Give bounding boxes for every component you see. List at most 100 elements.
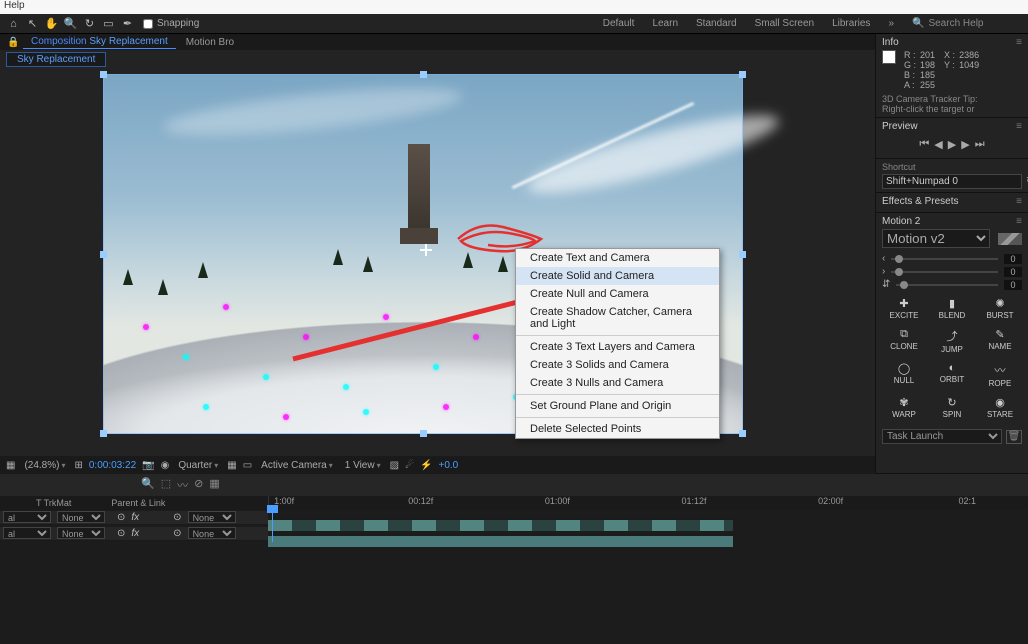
- context-item[interactable]: Create 3 Text Layers and Camera: [516, 338, 719, 356]
- selection-tool-icon[interactable]: ↖: [25, 16, 40, 31]
- workspace-standard[interactable]: Standard: [696, 18, 737, 29]
- hand-tool-icon[interactable]: ✋: [44, 16, 59, 31]
- workspace-switcher: Default Learn Standard Small Screen Libr…: [603, 18, 904, 29]
- tab-composition[interactable]: Composition Sky Replacement: [23, 35, 176, 49]
- timeline-tracks[interactable]: al None ⊙ fx ⊙ None al None ⊙ fx ⊙ None: [0, 510, 740, 542]
- mode-select[interactable]: al: [3, 511, 51, 523]
- viewport-footer: ▦ (24.8%) ⊞ 0:00:03:22 📷 ◉ Quarter ▦ ▭ A…: [0, 456, 875, 474]
- tl-search-icon[interactable]: 🔍: [141, 477, 155, 493]
- context-item[interactable]: Create Solid and Camera: [516, 267, 719, 285]
- play-icon[interactable]: ▶: [948, 138, 956, 151]
- context-item[interactable]: Create 3 Solids and Camera: [516, 356, 719, 374]
- snapshot-icon[interactable]: 📷: [142, 460, 154, 471]
- tl-motion-blur-icon[interactable]: ⊘: [194, 477, 203, 493]
- context-item[interactable]: Create 3 Nulls and Camera: [516, 374, 719, 392]
- guide-icon[interactable]: ▭: [243, 460, 252, 471]
- camera-dropdown[interactable]: Active Camera: [258, 460, 336, 471]
- motion-clone[interactable]: ⧉CLONE: [882, 326, 926, 356]
- tab-motion-bro[interactable]: Motion Bro: [178, 36, 242, 49]
- motion-null[interactable]: ◯NULL: [882, 360, 926, 390]
- info-panel: Info R :201 X :2386 G :198 Y :1049 B :18…: [876, 34, 1028, 118]
- context-item[interactable]: Create Null and Camera: [516, 285, 719, 303]
- trash-icon[interactable]: 🗑: [1006, 430, 1022, 444]
- current-time[interactable]: 0:00:03:22: [89, 460, 136, 471]
- prev-frame-icon[interactable]: ◀: [934, 138, 942, 151]
- breadcrumb-current[interactable]: Sky Replacement: [6, 52, 106, 67]
- motion-stare[interactable]: ◉STARE: [978, 394, 1022, 421]
- pixel-aspect-icon[interactable]: ☄: [405, 460, 414, 471]
- motion-warp[interactable]: ✾WARP: [882, 394, 926, 421]
- lock-icon[interactable]: 🔒: [6, 35, 21, 50]
- resolution-dropdown[interactable]: Quarter: [175, 460, 221, 471]
- first-frame-icon[interactable]: ⏮: [919, 138, 929, 151]
- composition-viewport[interactable]: [0, 68, 875, 456]
- motion-rope[interactable]: 〰ROPE: [978, 360, 1022, 390]
- snapping-checkbox[interactable]: [143, 19, 153, 29]
- search-placeholder: Search Help: [928, 18, 983, 29]
- context-item[interactable]: Set Ground Plane and Origin: [516, 397, 719, 415]
- context-menu[interactable]: Create Text and CameraCreate Solid and C…: [515, 248, 720, 439]
- fx-badge[interactable]: fx: [128, 512, 142, 523]
- motion-preset-select[interactable]: Motion v2: [882, 229, 990, 248]
- search-icon: 🔍: [912, 18, 924, 29]
- workspace-more-icon[interactable]: »: [888, 18, 894, 29]
- alpha-icon[interactable]: ▦: [6, 460, 15, 471]
- tl-snap-icon[interactable]: ⬚: [161, 477, 171, 493]
- parent-select[interactable]: None: [188, 511, 236, 523]
- last-frame-icon[interactable]: ⏭: [975, 138, 985, 151]
- effects-panel: Effects & Presets: [876, 193, 1028, 213]
- timeline-panel: 🔍 ⬚ 〰 ⊘ ▦ T TrkMat Parent & Link 1:00f 0…: [0, 474, 1028, 644]
- color-swatch: [882, 50, 896, 64]
- slider-1[interactable]: ‹0: [882, 252, 1022, 265]
- rotate-tool-icon[interactable]: ↻: [82, 16, 97, 31]
- snapping-toggle[interactable]: Snapping: [143, 18, 199, 29]
- zoom-tool-icon[interactable]: 🔍: [63, 16, 78, 31]
- task-select[interactable]: Task Launch: [882, 429, 1002, 444]
- workspace-learn[interactable]: Learn: [652, 18, 678, 29]
- motion-jump[interactable]: ⤴JUMP: [930, 326, 974, 356]
- time-ruler[interactable]: 1:00f 00:12f 01:00f 01:12f 02:00f 02:1: [268, 496, 1028, 510]
- trkmat-select[interactable]: None: [57, 527, 105, 539]
- trkmat-select[interactable]: None: [57, 511, 105, 523]
- transparency-icon[interactable]: ▨: [390, 460, 399, 471]
- grid-icon[interactable]: ▦: [227, 460, 236, 471]
- parent-select[interactable]: None: [188, 527, 236, 539]
- workspace-libraries[interactable]: Libraries: [832, 18, 870, 29]
- mode-select[interactable]: al: [3, 527, 51, 539]
- menu-help[interactable]: Help: [4, 0, 25, 11]
- info-x: 2386: [959, 50, 979, 60]
- context-item[interactable]: Delete Selected Points: [516, 420, 719, 438]
- motion-excite[interactable]: ✚EXCITE: [882, 295, 926, 322]
- res-icon[interactable]: ⊞: [74, 460, 82, 471]
- rect-tool-icon[interactable]: ▭: [101, 16, 116, 31]
- motion-orbit[interactable]: ◐ORBIT: [930, 360, 974, 390]
- exposure-value[interactable]: +0.0: [438, 460, 458, 471]
- tl-frame-blend-icon[interactable]: ▦: [209, 477, 219, 493]
- fast-preview-icon[interactable]: ⚡: [420, 460, 432, 471]
- workspace-default[interactable]: Default: [603, 18, 635, 29]
- motion-blend[interactable]: ▮BLEND: [930, 295, 974, 322]
- pen-tool-icon[interactable]: ✒: [120, 16, 135, 31]
- zoom-dropdown[interactable]: (24.8%): [21, 460, 68, 471]
- motion-name[interactable]: ✎NAME: [978, 326, 1022, 356]
- layer-clip[interactable]: [268, 520, 733, 531]
- view-layout-dropdown[interactable]: 1 View: [342, 460, 384, 471]
- search-help[interactable]: 🔍 Search Help: [912, 18, 1022, 29]
- motion-spin[interactable]: ↻SPIN: [930, 394, 974, 421]
- layer-row-1[interactable]: al None ⊙ fx ⊙ None: [0, 510, 740, 526]
- channel-icon[interactable]: ◉: [161, 460, 170, 471]
- target-crosshair[interactable]: [420, 244, 432, 256]
- home-icon[interactable]: ⌂: [6, 16, 21, 31]
- tl-graph-icon[interactable]: 〰: [177, 477, 188, 493]
- workspace-smallscreen[interactable]: Small Screen: [755, 18, 814, 29]
- slider-2[interactable]: ›0: [882, 265, 1022, 278]
- motion-burst[interactable]: ✺BURST: [978, 295, 1022, 322]
- next-frame-icon[interactable]: ▶: [961, 138, 969, 151]
- playhead[interactable]: [272, 510, 273, 542]
- layer-clip[interactable]: [268, 536, 733, 547]
- slider-3[interactable]: ⇵0: [882, 278, 1022, 291]
- context-item[interactable]: Create Text and Camera: [516, 249, 719, 267]
- fx-badge[interactable]: fx: [128, 528, 142, 539]
- shortcut-input[interactable]: [882, 174, 1022, 189]
- context-item[interactable]: Create Shadow Catcher, Camera and Light: [516, 303, 719, 333]
